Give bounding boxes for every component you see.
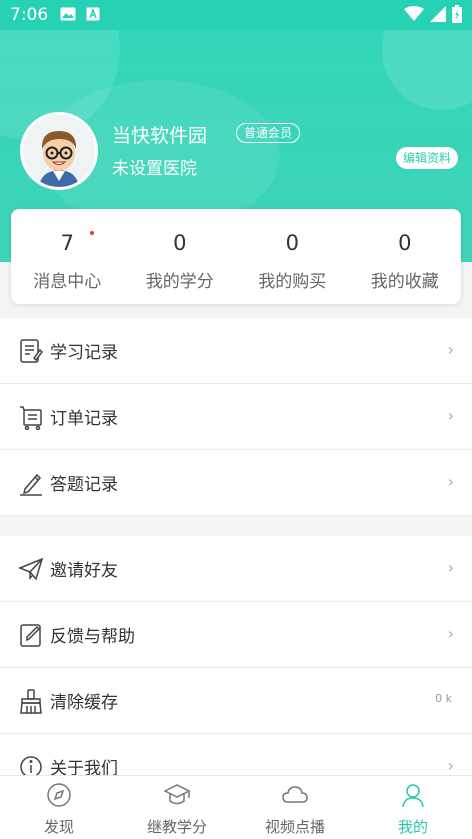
stat-label: 消息中心 bbox=[33, 272, 102, 292]
compass-icon bbox=[46, 782, 72, 812]
cloud-icon bbox=[281, 782, 309, 812]
menu-label: 邀请好友 bbox=[50, 561, 118, 581]
chevron-right-icon: › bbox=[447, 472, 454, 491]
nav-credits[interactable]: 继教学分 bbox=[118, 776, 236, 839]
stat-favorites[interactable]: 0 我的收藏 bbox=[349, 209, 462, 304]
cache-size: 0 k bbox=[435, 692, 452, 705]
pencil-icon bbox=[18, 470, 44, 496]
status-bar: 7:06 bbox=[0, 0, 472, 30]
menu-label: 答题记录 bbox=[50, 475, 118, 495]
chevron-right-icon: › bbox=[447, 340, 454, 359]
broom-icon bbox=[18, 688, 44, 714]
nav-label: 发现 bbox=[43, 818, 74, 836]
stat-value: 0 bbox=[398, 231, 412, 255]
user-name: 当快软件园 bbox=[112, 125, 208, 147]
study-record-icon bbox=[18, 338, 44, 364]
hospital-label[interactable]: 未设置医院 bbox=[112, 154, 197, 179]
chevron-right-icon: › bbox=[447, 406, 454, 425]
nav-video[interactable]: 视频点播 bbox=[236, 776, 354, 839]
feedback-icon bbox=[18, 622, 44, 648]
battery-icon bbox=[452, 5, 462, 27]
stat-value: 0 bbox=[285, 231, 299, 255]
stat-value: 7 bbox=[60, 231, 74, 255]
chevron-right-icon: › bbox=[447, 558, 454, 577]
stat-purchases[interactable]: 0 我的购买 bbox=[236, 209, 349, 304]
gallery-icon bbox=[60, 6, 76, 25]
unread-dot bbox=[90, 231, 94, 235]
graduation-cap-icon bbox=[163, 782, 191, 812]
edit-profile-button[interactable]: 编辑资料 bbox=[395, 147, 458, 169]
stat-value: 0 bbox=[173, 231, 187, 255]
menu-item-order-record[interactable]: 订单记录 › bbox=[0, 384, 472, 450]
cart-icon bbox=[18, 404, 44, 430]
signal-icon bbox=[430, 6, 446, 26]
status-time: 7:06 bbox=[10, 5, 49, 25]
menu-item-answer-record[interactable]: 答题记录 › bbox=[0, 450, 472, 516]
avatar[interactable] bbox=[20, 112, 98, 190]
chevron-right-icon: › bbox=[447, 756, 454, 775]
nav-label: 视频点播 bbox=[264, 818, 325, 836]
menu-label: 反馈与帮助 bbox=[50, 627, 135, 647]
chevron-right-icon: › bbox=[447, 624, 454, 643]
stat-messages[interactable]: 7 消息中心 bbox=[11, 209, 124, 304]
wifi-icon bbox=[404, 6, 424, 26]
nav-mine[interactable]: 我的 bbox=[354, 776, 472, 839]
menu-item-clear-cache[interactable]: 清除缓存 0 k bbox=[0, 668, 472, 734]
paper-plane-icon bbox=[18, 556, 44, 582]
menu-item-feedback-help[interactable]: 反馈与帮助 › bbox=[0, 602, 472, 668]
stat-label: 我的学分 bbox=[145, 272, 214, 292]
menu-label: 学习记录 bbox=[50, 343, 118, 363]
nav-label: 继教学分 bbox=[146, 818, 207, 836]
stat-label: 我的收藏 bbox=[370, 272, 439, 292]
app-notification-icon bbox=[86, 6, 100, 25]
bottom-nav: 发现 继教学分 视频点播 我的 bbox=[0, 775, 472, 839]
menu-item-study-record[interactable]: 学习记录 › bbox=[0, 318, 472, 384]
nav-label: 我的 bbox=[397, 818, 428, 836]
stat-label: 我的购买 bbox=[258, 272, 327, 292]
menu-label: 清除缓存 bbox=[50, 693, 118, 713]
stats-card: 7 消息中心 0 我的学分 0 我的购买 0 我的收藏 bbox=[11, 209, 461, 304]
stat-credits[interactable]: 0 我的学分 bbox=[124, 209, 237, 304]
member-badge: 普通会员 bbox=[236, 123, 301, 143]
menu-group-settings: 邀请好友 › 反馈与帮助 › 清除缓存 0 k 关于我们 › bbox=[0, 536, 472, 800]
menu-group-records: 学习记录 › 订单记录 › 答题记录 › bbox=[0, 318, 472, 516]
menu-label: 订单记录 bbox=[50, 409, 118, 429]
menu-item-invite-friends[interactable]: 邀请好友 › bbox=[0, 536, 472, 602]
person-icon bbox=[400, 782, 426, 812]
nav-discover[interactable]: 发现 bbox=[0, 776, 118, 839]
